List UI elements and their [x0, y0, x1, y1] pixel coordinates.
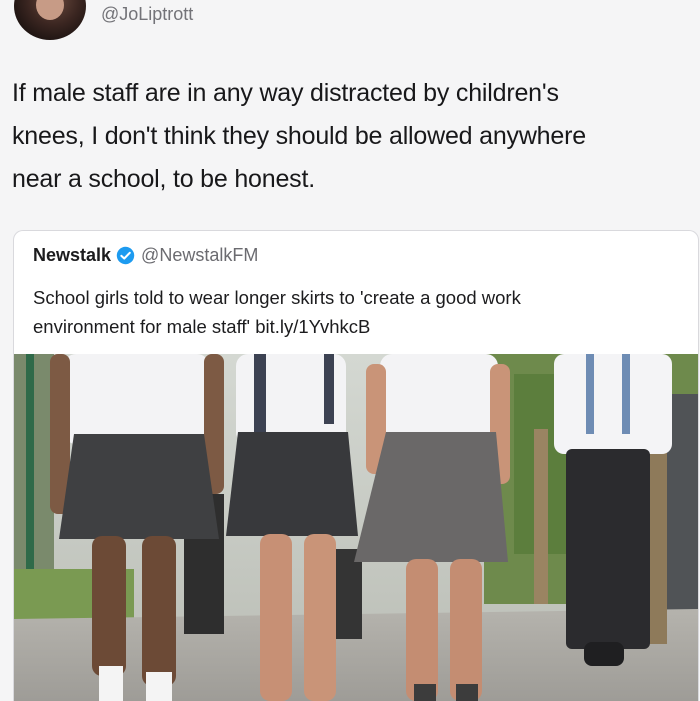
- school-pupils-walking-photo[interactable]: [14, 354, 698, 701]
- quoted-tweet-text: School girls told to wear longer skirts …: [33, 283, 683, 341]
- tweet-text-line: knees, I don't think they should be allo…: [12, 122, 586, 150]
- quoted-text-line: environment for male staff' bit.ly/1Yvhk…: [33, 316, 371, 337]
- photo-illustration: [14, 354, 698, 701]
- author-handle[interactable]: @JoLiptrott: [101, 4, 193, 25]
- tweet-header: @JoLiptrott: [0, 0, 700, 50]
- verified-badge-icon: [116, 246, 135, 265]
- quoted-author-name[interactable]: Newstalk: [33, 245, 111, 265]
- tweet-text-line: near a school, to be honest.: [12, 165, 315, 193]
- avatar[interactable]: [14, 0, 86, 40]
- avatar-face-shape: [36, 0, 64, 20]
- tweet-text-line: If male staff are in any way distracted …: [12, 79, 559, 107]
- quoted-text-line: School girls told to wear longer skirts …: [33, 287, 521, 308]
- quoted-tweet-card[interactable]: Newstalk @NewstalkFM School girls told t…: [13, 230, 699, 701]
- tweet-body: If male staff are in any way distracted …: [12, 72, 692, 201]
- quoted-author-handle[interactable]: @NewstalkFM: [141, 245, 258, 265]
- quoted-tweet-header: Newstalk @NewstalkFM: [33, 245, 258, 269]
